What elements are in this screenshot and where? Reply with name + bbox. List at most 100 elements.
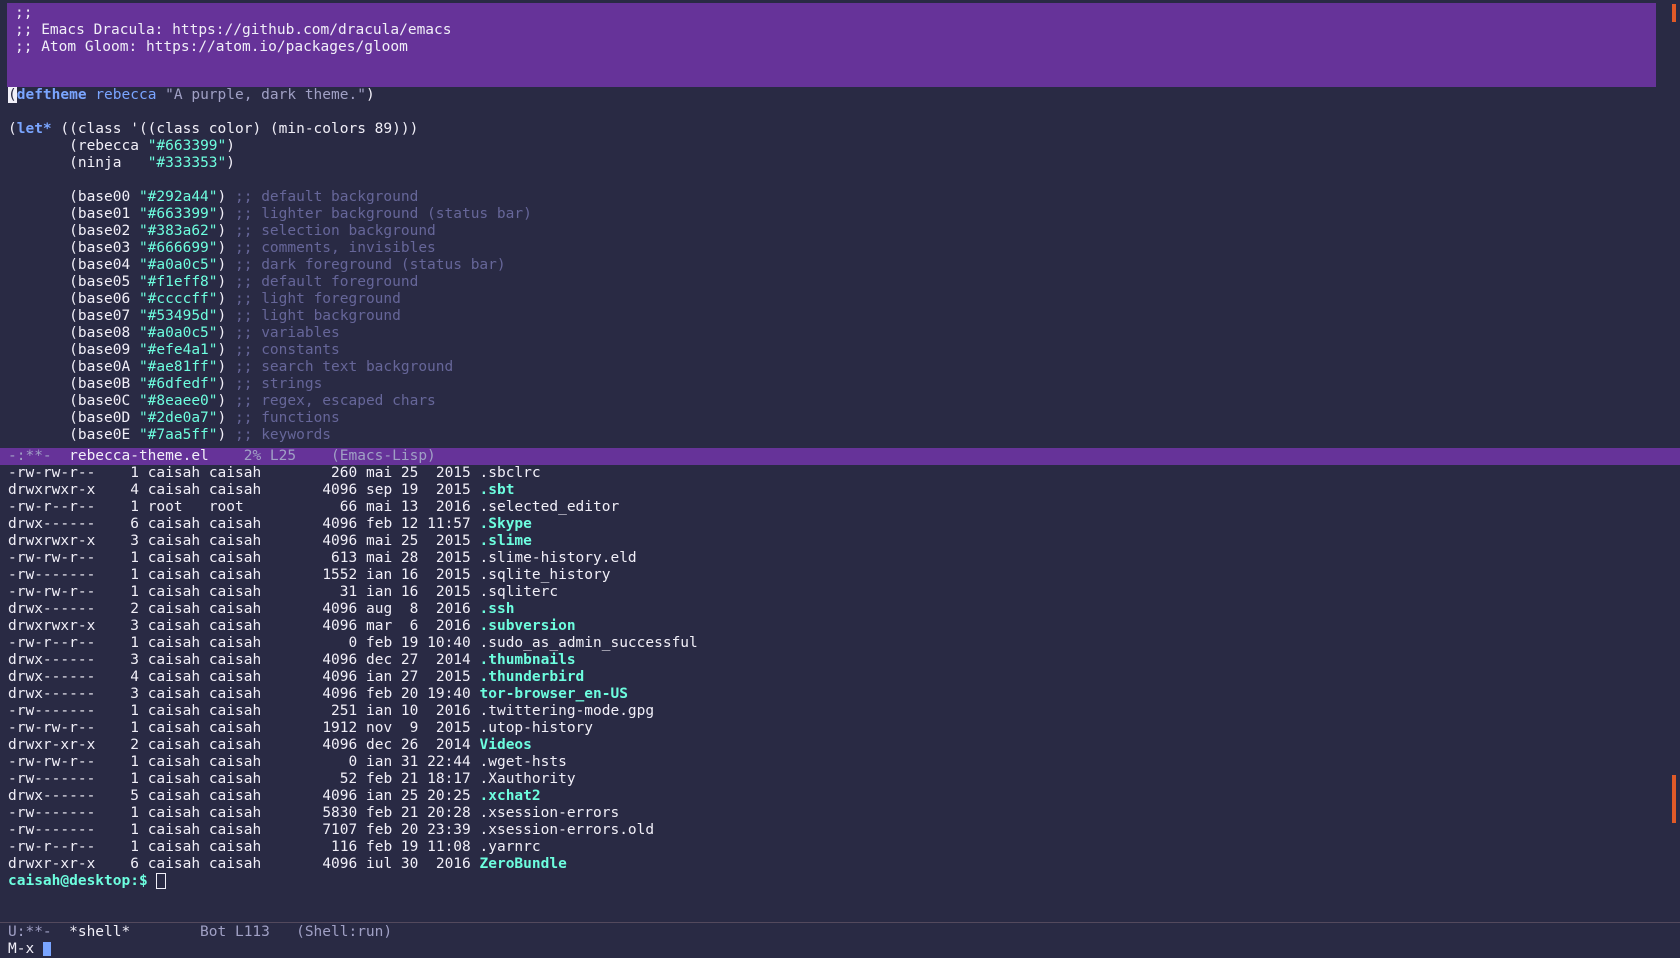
sep [139,839,148,855]
keyword-let: let* [16,121,52,137]
sep [357,788,366,804]
file-day: 9 [392,720,419,736]
file-owner: caisah [147,482,201,498]
file-day: 10 [392,703,419,719]
shell-output[interactable]: -rw-rw-r-- 1 caisah caisah 260 mai 25 20… [8,465,698,890]
sep [471,788,480,804]
sep [200,737,209,753]
file-time: 2014 [418,737,471,753]
file-owner: caisah [147,550,201,566]
file-month: sep [365,482,393,498]
file-month: ian [365,584,393,600]
ls-row: drwx------ 2 caisah caisah 4096 aug 8 20… [8,601,698,618]
editor-modeline: -:**- rebecca-theme.el 2% L25 (Emacs-Lis… [0,448,1680,465]
file-day: 21 [392,805,419,821]
ls-row: -rw------- 1 caisah caisah 5830 feb 21 2… [8,805,698,822]
modeline-mode[interactable]: (Emacs-Lisp) [331,448,436,464]
file-owner: caisah [147,652,201,668]
sep [139,856,148,872]
file-month: ian [365,669,393,685]
sep [357,601,366,617]
file-links: 4 [95,482,139,498]
sep [139,550,148,566]
base-name: (base07 [69,308,139,324]
file-size: 66 [261,499,358,515]
file-links: 3 [95,652,139,668]
sep [200,601,209,617]
base-hex-value: "#2de0a7" [138,410,218,426]
file-name: .xsession-errors [479,805,620,821]
file-day: 28 [392,550,419,566]
modeline-status: -:**- [8,448,70,464]
ls-row: drwxr-xr-x 2 caisah caisah 4096 dec 26 2… [8,737,698,754]
file-name: .slime-history.eld [479,550,637,566]
file-name: .sqliterc [479,584,559,600]
shell-prompt: caisah@desktop:$ [8,873,148,889]
base-color-line: (base06 "#ccccff") ;; light foreground [8,291,532,308]
base-comment: ;; constants [235,342,340,358]
shell-scroll-indicator[interactable] [1672,775,1676,823]
sep [200,839,209,855]
file-name: .selected_editor [479,499,620,515]
sep [471,499,480,515]
paren-close: ) [217,393,235,409]
ls-row: drwx------ 3 caisah caisah 4096 feb 20 1… [8,686,698,703]
file-owner: caisah [147,669,201,685]
base-color-line: (base07 "#53495d") ;; light background [8,308,532,325]
base-name: (base06 [69,291,139,307]
file-month: mai [365,550,393,566]
theme-name: rebecca [95,87,157,103]
editor-window[interactable]: ;;;; Emacs Dracula: https://github.com/d… [0,0,1680,448]
file-owner: root [147,499,201,515]
file-owner: caisah [147,839,201,855]
sep [357,856,366,872]
base-name: (base02 [69,223,139,239]
file-permissions: -rw-rw-r-- [8,720,96,736]
sep [357,499,366,515]
base-comment: ;; light background [235,308,401,324]
paren-close: ) [217,308,235,324]
editor-scroll-indicator[interactable] [1672,4,1676,22]
modeline-mode[interactable]: (Shell:run) [296,924,392,940]
modeline-position: 2% L25 [208,448,332,464]
file-group: caisah [208,516,262,532]
file-size: 7107 [261,822,358,838]
file-day: 16 [392,584,419,600]
file-permissions: -rw-r--r-- [8,635,96,651]
base-color-line: (base0D "#2de0a7") ;; functions [8,410,532,427]
file-time: 2015 [418,669,471,685]
sep [139,499,148,515]
base-comment: ;; keywords [235,427,332,443]
sep [200,567,209,583]
minibuffer[interactable]: M-x [0,941,1680,958]
modeline-buffer-name[interactable]: *shell* [69,924,130,940]
modeline-buffer-name[interactable]: rebecca-theme.el [69,448,209,464]
base-name: (base01 [69,206,139,222]
file-links: 1 [95,499,139,515]
code-area[interactable]: (deftheme rebecca "A purple, dark theme.… [8,87,532,444]
binding-value: "#333353" [147,155,227,171]
directory-name: .thumbnails [479,652,576,668]
file-group: caisah [208,788,262,804]
file-month: feb [365,805,393,821]
file-name: .yarnrc [479,839,541,855]
base-name: (base0C [69,393,139,409]
file-owner: caisah [147,686,201,702]
sep [471,754,480,770]
sep [471,516,480,532]
shell-prompt-line[interactable]: caisah@desktop:$ [8,873,698,890]
base-comment: ;; lighter background (status bar) [235,206,532,222]
paren-close: ) [217,274,235,290]
modeline-status: U:**- [8,924,70,940]
file-group: caisah [208,703,262,719]
file-month: dec [365,737,393,753]
base-color-line: (base03 "#666699") ;; comments, invisibl… [8,240,532,257]
modeline-position: Bot L113 [130,924,297,940]
sep [139,584,148,600]
file-month: dec [365,652,393,668]
text-cursor: ( [8,87,17,103]
